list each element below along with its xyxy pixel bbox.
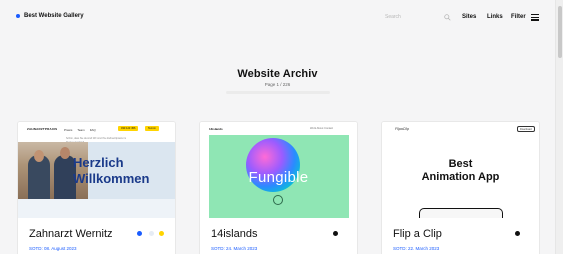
device-mockup <box>419 208 503 218</box>
thumb-menu: Praxis Team FAQ <box>64 128 96 132</box>
color-swatch <box>137 231 142 236</box>
person-head <box>60 147 70 159</box>
site-thumbnail[interactable]: 14islands Work About Contact Fungible <box>200 122 357 218</box>
thumb-phone-badge: 030 123 456 <box>118 126 139 131</box>
card-date: SOTD: 08. August 2023 <box>29 246 77 251</box>
thumb-headline-line: Best <box>448 158 473 170</box>
page: Best Website Gallery Sites Links Filter … <box>0 0 563 254</box>
color-swatch <box>515 231 520 236</box>
thumb-nav: Work About Contact <box>310 127 334 130</box>
card-title[interactable]: Flip a Clip <box>393 228 442 240</box>
scrollbar-thumb[interactable] <box>558 6 562 58</box>
color-swatch <box>333 231 338 236</box>
site-card[interactable]: 14islands Work About Contact Fungible 14… <box>199 121 358 254</box>
site-card[interactable]: FlipaClip Download Best Animation App Fl… <box>381 121 540 254</box>
thumb-button: Download <box>517 126 535 132</box>
site-thumbnail[interactable]: ZAHNARZTPRAXIS Praxis Team FAQ 030 123 4… <box>18 122 175 218</box>
thumb-headline: Herzlich <box>73 155 124 170</box>
thumb-logo: ZAHNARZTPRAXIS <box>27 127 58 131</box>
search-input[interactable] <box>385 14 435 20</box>
card-date: SOTD: 22. March 2023 <box>393 246 440 251</box>
divider <box>226 91 330 94</box>
thumb-headline-line: Animation App <box>421 171 500 183</box>
nav-sites[interactable]: Sites <box>462 14 476 20</box>
color-swatch <box>149 231 154 236</box>
thumb-menu-item: Team <box>77 128 85 132</box>
play-icon <box>273 195 283 205</box>
site-brand[interactable]: Best Website Gallery <box>16 13 84 19</box>
person-head <box>34 150 44 162</box>
thumb-headline: Fungible <box>248 169 309 186</box>
search-box[interactable] <box>385 12 451 22</box>
search-icon[interactable] <box>444 13 451 21</box>
scrollbar[interactable] <box>555 0 563 254</box>
site-thumbnail[interactable]: FlipaClip Download Best Animation App <box>382 122 539 218</box>
card-title[interactable]: 14islands <box>211 228 257 240</box>
thumb-headline: Best Animation App <box>382 158 539 184</box>
thumb-logo: 14islands <box>209 127 223 131</box>
page-title: Website Archiv <box>237 68 318 80</box>
card-title[interactable]: Zahnarzt Wernitz <box>29 228 113 240</box>
card-date: SOTD: 24. March 2023 <box>211 246 258 251</box>
color-swatch <box>159 231 164 236</box>
thumb-strip <box>18 199 175 218</box>
site-card[interactable]: ZAHNARZTPRAXIS Praxis Team FAQ 030 123 4… <box>17 121 176 254</box>
nav-filter[interactable]: Filter <box>511 14 526 20</box>
thumb-logo: FlipaClip <box>395 127 409 131</box>
menu-icon[interactable] <box>531 14 539 21</box>
top-header: Best Website Gallery Sites Links Filter <box>0 0 555 36</box>
brand-label: Best Website Gallery <box>24 13 84 19</box>
thumb-menu-item: Praxis <box>64 128 73 132</box>
pager: Page 1 / 226 <box>264 82 291 87</box>
thumb-menu-item: FAQ <box>89 128 96 132</box>
nav-links[interactable]: Links <box>487 14 503 20</box>
brand-dot-icon <box>16 14 20 18</box>
thumb-cta-badge: Termin <box>145 126 159 131</box>
thumb-headline: Willkommen <box>73 171 150 186</box>
